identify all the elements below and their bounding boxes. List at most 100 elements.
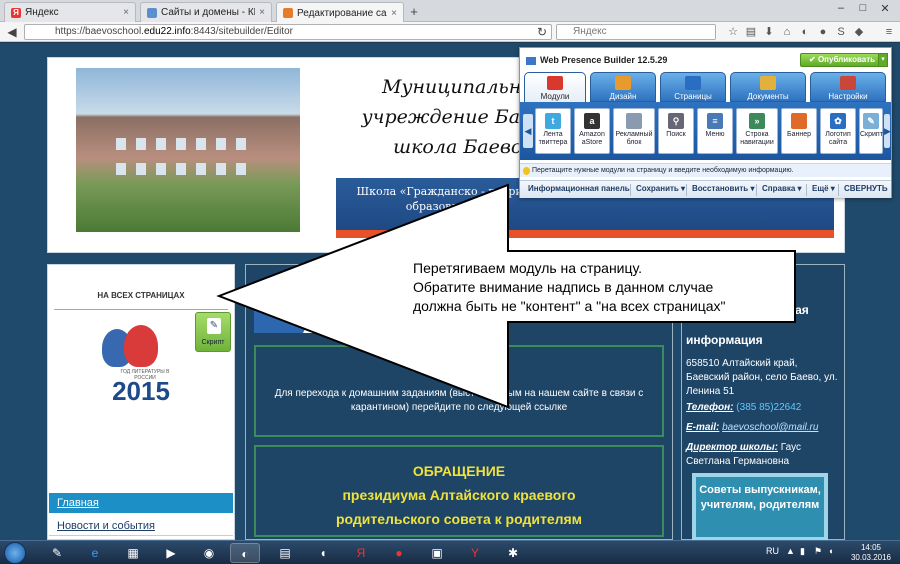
literature-year-logo: ГОД ЛИТЕРАТУРЫ В РОССИИ 2015 bbox=[70, 321, 212, 413]
address-bar[interactable]: https://baevoschool.edu22.info:8443/site… bbox=[24, 24, 552, 40]
tab-yandex[interactable]: Я Яндекс × bbox=[4, 2, 136, 22]
tray-network-icon[interactable]: ▮ bbox=[800, 546, 805, 557]
publish-dropdown-icon[interactable]: ▾ bbox=[878, 53, 888, 67]
save-menu[interactable]: Сохранить ▾ bbox=[636, 184, 685, 193]
wpb-tab-pages[interactable]: Страницы bbox=[660, 72, 726, 102]
close-icon[interactable]: × bbox=[123, 7, 129, 18]
annotation-line: должна быть не "контент" а "на всех стра… bbox=[413, 298, 726, 314]
modules-icon bbox=[547, 76, 563, 90]
minimize-icon[interactable]: – bbox=[830, 2, 852, 14]
tray-expand-icon[interactable]: ▲ bbox=[786, 546, 795, 556]
new-tab-button[interactable]: + bbox=[406, 4, 422, 20]
clock[interactable]: 14:05 30.03.2016 bbox=[846, 543, 896, 563]
explorer-icon[interactable]: ▦ bbox=[118, 543, 148, 563]
script-icon: ✎ bbox=[207, 318, 221, 334]
breadcrumb-icon: » bbox=[749, 113, 765, 129]
winrar-icon[interactable]: ▤ bbox=[270, 543, 300, 563]
annotation-line: Перетягиваем модуль на страницу. bbox=[413, 260, 643, 276]
maximize-icon[interactable]: □ bbox=[852, 2, 874, 14]
module-label: Поиск bbox=[666, 131, 686, 138]
module-label: Amazon aStore bbox=[579, 131, 605, 146]
skype-icon[interactable]: S bbox=[834, 25, 848, 39]
contact-phone-row: Телефон: (385 85)22642 bbox=[686, 401, 842, 415]
yandex-app-icon[interactable]: Y bbox=[460, 543, 490, 563]
bookmarks-icon[interactable]: ▤ bbox=[744, 25, 758, 39]
back-icon[interactable]: ◀ bbox=[4, 24, 20, 40]
search-icon: ⚲ bbox=[668, 113, 684, 129]
yandex-browser-icon[interactable]: Я bbox=[346, 543, 376, 563]
help-menu[interactable]: Справка ▾ bbox=[762, 184, 802, 193]
wpb-tab-settings[interactable]: Настройки bbox=[810, 72, 886, 102]
pocket-icon[interactable]: ◐ bbox=[798, 25, 812, 39]
reload-icon[interactable]: ↻ bbox=[534, 24, 550, 40]
wpb-logo-icon bbox=[526, 56, 536, 65]
publish-button[interactable]: ✔ Опубликовать bbox=[800, 53, 880, 67]
module-menu[interactable]: ≡ Меню bbox=[697, 108, 733, 154]
collapse-button[interactable]: СВЕРНУТЬ bbox=[844, 184, 888, 193]
wpb-tab-label: Модули bbox=[540, 92, 570, 101]
extension-icon[interactable]: ◆ bbox=[852, 25, 866, 39]
scroll-left-icon[interactable]: ◀ bbox=[523, 114, 533, 148]
pin-icon[interactable]: ✎ bbox=[42, 543, 72, 563]
download-icon[interactable]: ⬇ bbox=[762, 25, 776, 39]
email-link[interactable]: baevoschool@mail.ru bbox=[722, 422, 818, 433]
firefox-icon[interactable]: ◐ bbox=[230, 543, 260, 563]
contact-email-row: E-mail: baevoschool@mail.ru bbox=[686, 421, 842, 435]
module-label: Рекламный блок bbox=[615, 131, 653, 146]
scroll-right-icon[interactable]: ▶ bbox=[884, 114, 891, 148]
attention-text: Для перехода к домашним заданиям (выстав… bbox=[274, 388, 644, 413]
phone-label: Телефон: bbox=[686, 402, 734, 413]
network-icon[interactable]: ▣ bbox=[422, 543, 452, 563]
close-window-icon[interactable]: ✕ bbox=[874, 2, 896, 15]
settings-icon bbox=[840, 76, 856, 90]
chrome-icon[interactable]: ◉ bbox=[194, 543, 224, 563]
audio-icon[interactable]: ◖ bbox=[308, 543, 338, 563]
tray-volume-icon[interactable]: ◖ bbox=[828, 546, 833, 556]
dashboard-link[interactable]: Информационная панель bbox=[528, 184, 630, 193]
module-script[interactable]: ✎ Скрипт bbox=[859, 108, 883, 154]
wpb-hint-text: Перетащите нужные модули на страницу и в… bbox=[532, 167, 794, 174]
module-twitter[interactable]: t Лента твиттера bbox=[535, 108, 571, 154]
menu-item-home[interactable]: Главная bbox=[49, 493, 233, 513]
tray-flag-icon[interactable]: ⚑ bbox=[814, 546, 822, 557]
menu-item-news[interactable]: Новости и события bbox=[49, 516, 233, 536]
tool-icon[interactable]: ✱ bbox=[498, 543, 528, 563]
home-icon[interactable]: ⌂ bbox=[780, 25, 794, 39]
close-icon[interactable]: × bbox=[259, 7, 265, 18]
wpb-hint-bar: Перетащите нужные модули на страницу и в… bbox=[520, 163, 891, 177]
start-button[interactable] bbox=[4, 542, 26, 564]
module-site-logo[interactable]: ✿ Логотип сайта bbox=[820, 108, 856, 154]
restore-menu[interactable]: Восстановить ▾ bbox=[692, 184, 754, 193]
hamburger-menu-icon[interactable]: ≡ bbox=[882, 25, 896, 39]
tab-sites-domains[interactable]: Сайты и домены - КГБУО ... × bbox=[140, 2, 272, 22]
victory-banner: ПОБЕДА! 70 ЛЕТ bbox=[254, 293, 414, 333]
divider bbox=[54, 309, 228, 310]
module-breadcrumb[interactable]: » Строка навигации bbox=[736, 108, 778, 154]
browser-nav-bar: ◀ https://baevoschool.edu22.info:8443/si… bbox=[0, 22, 900, 42]
star-icon[interactable]: ☆ bbox=[726, 25, 740, 39]
module-amazon[interactable]: a Amazon aStore bbox=[574, 108, 610, 154]
contact-address: 658510 Алтайский край, Баевский район, с… bbox=[686, 358, 838, 397]
module-ad-block[interactable]: Рекламный блок bbox=[613, 108, 655, 154]
advice-box-link[interactable]: Советы выпускникам, учителям, родителям bbox=[692, 473, 828, 540]
wpb-tab-documents[interactable]: Документы bbox=[730, 72, 806, 102]
search-input[interactable]: Яндекс bbox=[556, 24, 716, 40]
left-column: НА ВСЕХ СТРАНИЦАХ ГОД ЛИТЕРАТУРЫ В РОССИ… bbox=[47, 264, 235, 540]
language-indicator[interactable]: RU bbox=[766, 546, 779, 556]
record-icon[interactable]: ● bbox=[384, 543, 414, 563]
module-search[interactable]: ⚲ Поиск bbox=[658, 108, 694, 154]
media-player-icon[interactable]: ▶ bbox=[156, 543, 186, 563]
wpb-tab-modules[interactable]: Модули bbox=[524, 72, 586, 102]
more-menu[interactable]: Ещё ▾ bbox=[812, 184, 835, 193]
dragged-script-module[interactable]: ✎ Скрипт bbox=[195, 312, 231, 352]
annotation-text: Перетягиваем модуль на страницу. Обратит… bbox=[413, 259, 793, 316]
tab-site-editor[interactable]: Редактирование сайта × bbox=[276, 2, 404, 23]
close-icon[interactable]: × bbox=[391, 8, 397, 19]
phone-value[interactable]: (385 85)22642 bbox=[736, 402, 801, 413]
publish-label: Опубликовать bbox=[817, 55, 876, 64]
module-banner[interactable]: Баннер bbox=[781, 108, 817, 154]
addon-icon[interactable]: ● bbox=[816, 25, 830, 39]
ie-icon[interactable]: e bbox=[80, 543, 110, 563]
lightbulb-icon bbox=[523, 167, 530, 175]
wpb-tab-design[interactable]: Дизайн bbox=[590, 72, 656, 102]
